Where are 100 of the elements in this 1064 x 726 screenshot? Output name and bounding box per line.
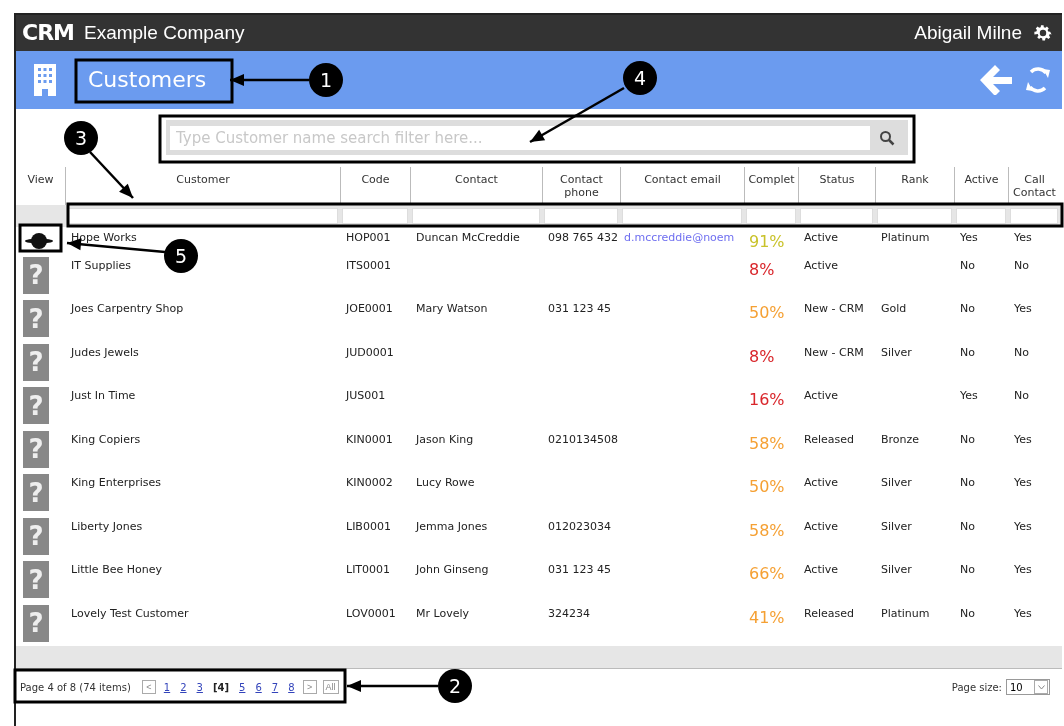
customer-code: KIN0002 bbox=[345, 475, 393, 490]
status-text: Active bbox=[803, 518, 839, 533]
rank-text: Silver bbox=[880, 518, 912, 533]
active-text: No bbox=[959, 431, 975, 446]
filter-field[interactable] bbox=[67, 207, 338, 224]
active-text: No bbox=[959, 562, 975, 577]
column-header[interactable]: Contact bbox=[410, 166, 542, 205]
completion-percent: 50% bbox=[748, 302, 785, 323]
completion-percent: 8% bbox=[748, 345, 775, 366]
previous-page-button[interactable]: < bbox=[141, 680, 156, 695]
rank-text: Platinum bbox=[880, 229, 930, 244]
contact-phone: 098 765 432 bbox=[547, 229, 618, 244]
contact-phone: 031 123 45 bbox=[547, 562, 611, 577]
status-text: Active bbox=[803, 388, 839, 403]
filter-field[interactable] bbox=[544, 207, 618, 224]
planet-icon[interactable] bbox=[24, 230, 54, 251]
customer-code: ITS0001 bbox=[345, 257, 391, 272]
customer-name: Liberty Jones bbox=[70, 518, 143, 533]
filter-field[interactable] bbox=[877, 207, 952, 224]
call-contact-text: Yes bbox=[1013, 562, 1032, 577]
contact-name: Mr Lovely bbox=[415, 605, 470, 620]
contact-phone: 031 123 45 bbox=[547, 301, 611, 316]
completion-percent: 66% bbox=[748, 563, 785, 584]
rank-text: Silver bbox=[880, 562, 912, 577]
column-header[interactable]: Call Contact bbox=[1008, 166, 1060, 205]
page-link[interactable]: 7 bbox=[271, 681, 279, 693]
callout-number: 5 bbox=[164, 239, 198, 273]
call-contact-text: Yes bbox=[1013, 301, 1032, 316]
customer-code: JOE0001 bbox=[344, 301, 393, 316]
status-text: New - CRM bbox=[803, 344, 864, 359]
company-name: Example Company bbox=[84, 21, 245, 44]
filter-field[interactable] bbox=[622, 207, 742, 224]
customer-name: Joes Carpentry Shop bbox=[69, 301, 184, 316]
back-arrow-icon[interactable] bbox=[980, 64, 1012, 95]
customer-name: Lovely Test Customer bbox=[70, 605, 189, 620]
customer-name: Just In Time bbox=[69, 388, 136, 403]
customer-code: JUS001 bbox=[344, 388, 386, 403]
customer-code: JUD0001 bbox=[344, 344, 394, 359]
rank-text: Platinum bbox=[880, 605, 930, 620]
call-contact-text: No bbox=[1013, 257, 1029, 272]
show-all-button[interactable]: All bbox=[322, 680, 339, 695]
filter-field[interactable] bbox=[412, 207, 540, 224]
column-header[interactable]: Contact email bbox=[620, 166, 744, 205]
page-link[interactable]: 8 bbox=[288, 681, 295, 693]
page-link[interactable]: [4] bbox=[212, 681, 230, 693]
status-text: Active bbox=[803, 229, 839, 244]
filter-field[interactable] bbox=[800, 207, 873, 224]
page-size-select[interactable]: 10 bbox=[1006, 679, 1050, 696]
column-header[interactable]: Complet bbox=[744, 166, 798, 205]
refresh-icon[interactable] bbox=[1024, 64, 1052, 95]
contact-phone: 012023034 bbox=[547, 518, 611, 533]
column-header[interactable]: Contact phone bbox=[542, 166, 620, 205]
page-link[interactable]: 5 bbox=[239, 681, 246, 693]
rank-text: Silver bbox=[880, 475, 912, 490]
status-text: Active bbox=[803, 475, 839, 490]
active-text: No bbox=[959, 301, 975, 316]
completion-percent: 50% bbox=[748, 476, 785, 497]
customer-code: KIN0001 bbox=[345, 431, 393, 446]
completion-percent: 41% bbox=[748, 606, 785, 627]
email-link[interactable]: d.mccreddie@noem bbox=[620, 226, 735, 244]
page-link[interactable]: 6 bbox=[255, 681, 262, 693]
contact-phone: 0210134508 bbox=[547, 431, 618, 446]
filter-field[interactable] bbox=[342, 207, 408, 224]
contact-name: Lucy Rowe bbox=[415, 475, 475, 490]
search-icon bbox=[879, 129, 895, 146]
contact-name: Duncan McCreddie bbox=[415, 229, 520, 244]
filter-field[interactable] bbox=[956, 207, 1006, 224]
column-header[interactable]: Active bbox=[954, 166, 1008, 205]
rank-text: Gold bbox=[880, 301, 907, 316]
column-header[interactable]: View bbox=[16, 166, 65, 205]
page-title: Customers bbox=[88, 67, 207, 93]
next-page-button[interactable]: > bbox=[302, 680, 317, 695]
call-contact-text: Yes bbox=[1013, 605, 1032, 620]
column-header[interactable]: Rank bbox=[875, 166, 954, 205]
column-header[interactable]: Code bbox=[340, 166, 410, 205]
active-text: No bbox=[959, 475, 975, 490]
completion-percent: 8% bbox=[748, 258, 775, 279]
customer-name: IT Supplies bbox=[70, 257, 131, 272]
callout-number: 3 bbox=[64, 121, 98, 155]
user-name[interactable]: Abigail Milne bbox=[914, 21, 1022, 44]
contact-name: Mary Watson bbox=[415, 301, 488, 316]
filter-field[interactable] bbox=[1010, 207, 1058, 224]
contact-name: Jason King bbox=[414, 431, 474, 446]
status-text: Active bbox=[803, 562, 839, 577]
status-text: Released bbox=[803, 431, 854, 446]
page-link[interactable]: 3 bbox=[196, 681, 203, 693]
column-header[interactable]: Status bbox=[798, 166, 875, 205]
customer-code: LIB0001 bbox=[345, 518, 391, 533]
page-link[interactable]: 2 bbox=[180, 681, 187, 693]
page-link[interactable]: 1 bbox=[163, 681, 171, 693]
completion-percent: 58% bbox=[748, 432, 785, 453]
filter-field[interactable] bbox=[746, 207, 796, 224]
customer-code: HOP001 bbox=[345, 229, 391, 244]
customer-name: King Enterprises bbox=[70, 475, 162, 490]
contact-phone: 324234 bbox=[547, 605, 590, 620]
status-text: Released bbox=[803, 605, 854, 620]
active-text: Yes bbox=[959, 388, 978, 403]
customer-name: Hope Works bbox=[70, 229, 137, 244]
customer-name: Little Bee Honey bbox=[70, 562, 162, 577]
building-icon bbox=[34, 63, 56, 96]
